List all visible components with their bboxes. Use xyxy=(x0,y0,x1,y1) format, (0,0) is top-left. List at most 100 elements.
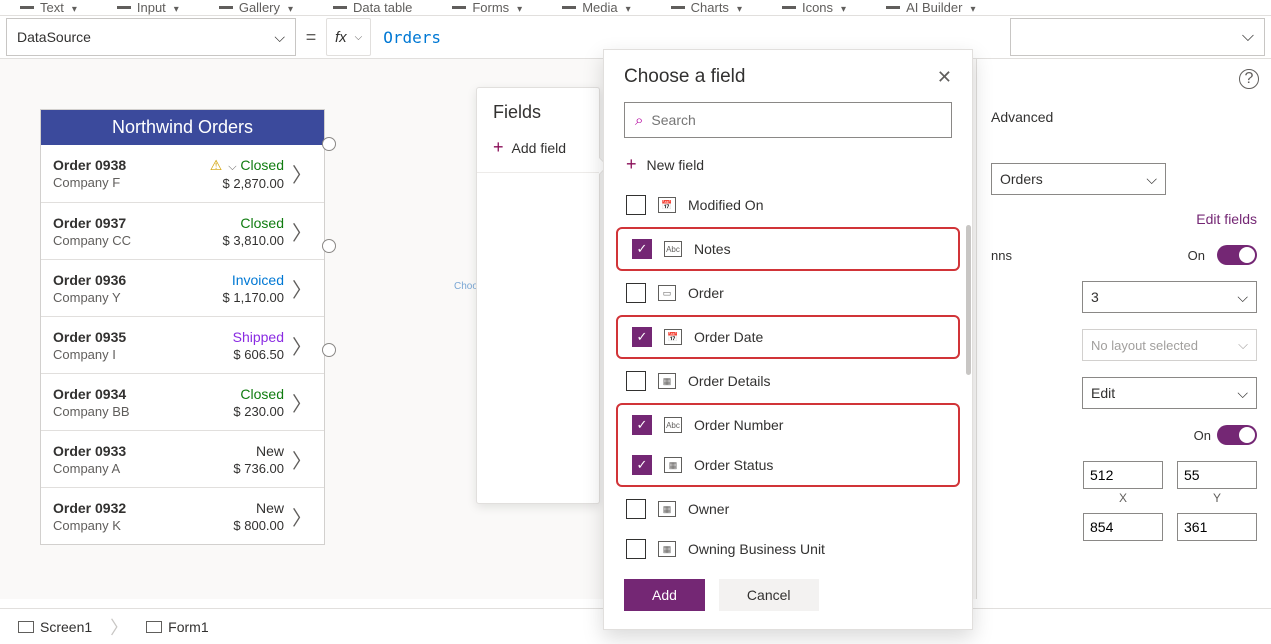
chevron-right-icon: 〉 xyxy=(292,445,312,474)
snap-columns-toggle[interactable] xyxy=(1217,245,1257,265)
field-row[interactable]: ▭Order xyxy=(612,273,964,313)
field-checkbox[interactable]: ✓ xyxy=(632,415,652,435)
formula-input[interactable]: Orders xyxy=(371,28,1010,47)
order-status: Closed xyxy=(204,215,284,231)
selection-handle[interactable] xyxy=(322,239,336,253)
property-dropdown[interactable]: DataSource ⌵ xyxy=(6,18,296,56)
fields-panel: Fields + Add field xyxy=(476,87,600,504)
ribbon-gallery[interactable]: Gallery xyxy=(219,0,293,15)
chevron-down-icon: ⌵ xyxy=(1237,385,1248,402)
fx-icon: fx xyxy=(335,29,347,46)
order-amount: $ 1,170.00 xyxy=(204,290,284,305)
gallery-row[interactable]: Order 0933Company ANew$ 736.00〉 xyxy=(41,430,324,487)
field-checkbox[interactable] xyxy=(626,499,646,519)
company-name: Company A xyxy=(53,461,204,476)
chevron-down-icon: ⌵ xyxy=(1146,171,1157,188)
ribbon-input[interactable]: Input xyxy=(117,0,179,15)
order-number: Order 0932 xyxy=(53,500,204,516)
mode-value: Edit xyxy=(1091,385,1115,401)
selection-handle[interactable] xyxy=(322,343,336,357)
field-checkbox[interactable]: ✓ xyxy=(632,239,652,259)
field-checkbox[interactable] xyxy=(626,371,646,391)
gallery-control[interactable]: Northwind Orders Order 0938Company F⚠ ⌵ … xyxy=(40,109,325,545)
gallery-row[interactable]: Order 0935Company IShipped$ 606.50〉 xyxy=(41,316,324,373)
field-row[interactable]: ✓▦Order Status xyxy=(618,445,958,485)
grid-type-icon: ▦ xyxy=(658,373,676,389)
choose-field-popup: Choose a field ✕ ⌕ + New field 📅Modified… xyxy=(603,49,973,630)
selection-handle[interactable] xyxy=(322,137,336,151)
pos-y-input[interactable] xyxy=(1177,461,1257,489)
search-box[interactable]: ⌕ xyxy=(624,102,952,138)
field-label: Notes xyxy=(694,241,731,257)
tab-advanced[interactable]: Advanced xyxy=(991,109,1053,125)
ribbon-forms[interactable]: Forms xyxy=(452,0,522,15)
new-field-label: New field xyxy=(647,157,705,173)
ribbon-text[interactable]: Text xyxy=(20,0,77,15)
breadcrumb-screen[interactable]: Screen1 xyxy=(18,619,92,635)
order-number: Order 0938 xyxy=(53,157,204,173)
gallery-row[interactable]: Order 0932Company KNew$ 800.00〉 xyxy=(41,487,324,544)
gallery-row[interactable]: Order 0938Company F⚠ ⌵ Closed$ 2,870.00〉 xyxy=(41,145,324,202)
size-w-input[interactable] xyxy=(1083,513,1163,541)
order-number: Order 0934 xyxy=(53,386,204,402)
add-field-label: Add field xyxy=(512,140,566,156)
field-row[interactable]: ✓AbcOrder Number xyxy=(618,405,958,445)
field-label: Order Details xyxy=(688,373,770,389)
field-checkbox[interactable]: ✓ xyxy=(632,327,652,347)
field-label: Order Date xyxy=(694,329,763,345)
order-status: New xyxy=(204,500,284,516)
order-number: Order 0936 xyxy=(53,272,204,288)
chevron-down-icon: ⌵ xyxy=(228,161,236,173)
ribbon-charts[interactable]: Charts xyxy=(671,0,742,15)
visible-toggle[interactable] xyxy=(1217,425,1257,445)
add-field-button[interactable]: + Add field xyxy=(477,131,599,173)
order-amount: $ 800.00 xyxy=(204,518,284,533)
order-amount: $ 230.00 xyxy=(204,404,284,419)
field-checkbox[interactable] xyxy=(626,539,646,559)
order-number: Order 0933 xyxy=(53,443,204,459)
order-amount: $ 736.00 xyxy=(204,461,284,476)
scrollbar-thumb[interactable] xyxy=(966,225,971,375)
pos-x-input[interactable] xyxy=(1083,461,1163,489)
field-row[interactable]: ✓📅Order Date xyxy=(618,317,958,357)
breadcrumb-separator: 〉 xyxy=(110,614,128,640)
field-row[interactable]: ▦Owning Business Unit xyxy=(612,529,964,565)
formula-result-dropdown[interactable]: ⌵ xyxy=(1010,18,1265,56)
field-checkbox[interactable]: ✓ xyxy=(632,455,652,475)
add-button[interactable]: Add xyxy=(624,579,705,611)
gallery-row[interactable]: Order 0937Company CCClosed$ 3,810.00〉 xyxy=(41,202,324,259)
cancel-button[interactable]: Cancel xyxy=(719,579,819,611)
help-icon[interactable]: ? xyxy=(1239,69,1259,89)
field-row[interactable]: ▦Owner xyxy=(612,489,964,529)
ribbon-datatable[interactable]: Data table xyxy=(333,0,412,15)
new-field-button[interactable]: + New field xyxy=(604,148,972,185)
fx-button[interactable]: fx ⌵ xyxy=(326,18,371,56)
field-checkbox[interactable] xyxy=(626,283,646,303)
field-label: Owning Business Unit xyxy=(688,541,825,557)
ribbon-icons[interactable]: Icons xyxy=(782,0,846,15)
record-type-icon: ▭ xyxy=(658,285,676,301)
plus-icon: + xyxy=(493,137,504,158)
datasource-select[interactable]: Orders ⌵ xyxy=(991,163,1166,195)
field-row[interactable]: 📅Modified On xyxy=(612,185,964,225)
columns-select[interactable]: 3 ⌵ xyxy=(1082,281,1257,313)
search-input[interactable] xyxy=(651,112,941,128)
ribbon-media[interactable]: Media xyxy=(562,0,630,15)
gallery-row[interactable]: Order 0936Company YInvoiced$ 1,170.00〉 xyxy=(41,259,324,316)
gallery-row[interactable]: Order 0934Company BBClosed$ 230.00〉 xyxy=(41,373,324,430)
size-h-input[interactable] xyxy=(1177,513,1257,541)
mode-select[interactable]: Edit ⌵ xyxy=(1082,377,1257,409)
breadcrumb-form[interactable]: Form1 xyxy=(146,619,208,635)
field-row[interactable]: ✓AbcNotes xyxy=(618,229,958,269)
company-name: Company CC xyxy=(53,233,204,248)
ribbon-aibuilder[interactable]: AI Builder xyxy=(886,0,975,15)
company-name: Company Y xyxy=(53,290,204,305)
field-checkbox[interactable] xyxy=(626,195,646,215)
field-row[interactable]: ▦ Order Details xyxy=(612,361,964,401)
order-status: Shipped xyxy=(204,329,284,345)
edit-fields-link[interactable]: Edit fields xyxy=(991,211,1257,227)
close-icon[interactable]: ✕ xyxy=(937,67,952,88)
field-list[interactable]: 📅Modified On✓AbcNotes▭Order✓📅Order Date▦… xyxy=(604,185,972,565)
chevron-down-icon: ⌵ xyxy=(355,32,363,43)
order-status: Invoiced xyxy=(204,272,284,288)
